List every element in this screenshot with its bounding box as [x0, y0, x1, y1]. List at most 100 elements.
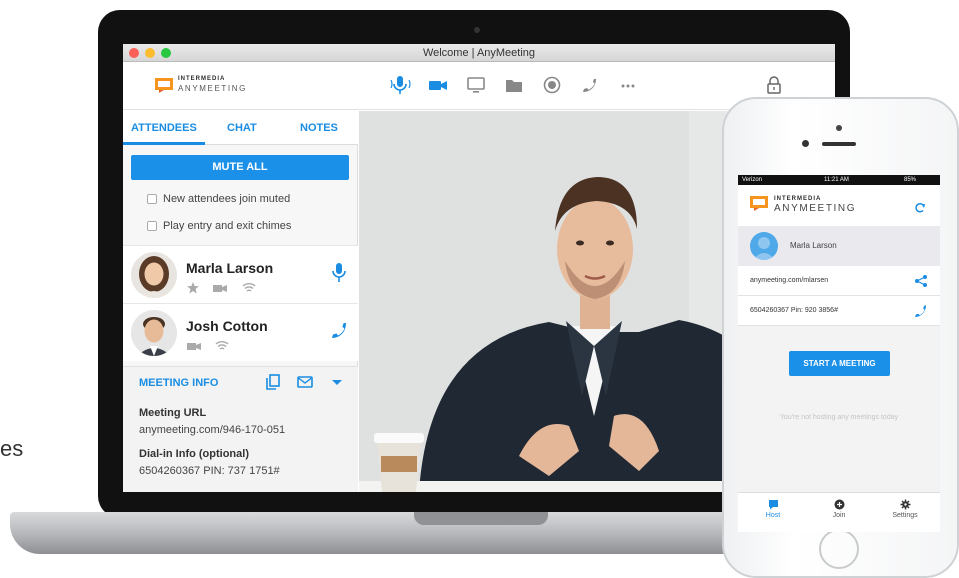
email-button[interactable]: [297, 374, 313, 390]
logo-line-2: ANYMEETING: [774, 203, 857, 214]
phone-header: INTERMEDIA ANYMEETING: [738, 185, 940, 226]
anymeeting-logo: INTERMEDIA ANYMEETING: [155, 76, 265, 98]
video-camera-icon: [187, 339, 201, 357]
active-tab-indicator: [123, 142, 205, 145]
microphone-icon: [390, 76, 411, 94]
avatar: [750, 232, 778, 260]
refresh-icon[interactable]: [914, 202, 926, 214]
mute-all-button[interactable]: MUTE ALL: [131, 155, 349, 180]
chevron-down-icon: [332, 380, 342, 385]
logo-mark-icon: [155, 78, 173, 93]
tab-label: Settings: [892, 512, 918, 519]
logo-line-1: INTERMEDIA: [178, 76, 226, 82]
start-meeting-button[interactable]: START A MEETING: [789, 351, 890, 376]
checkbox[interactable]: [147, 221, 157, 231]
screen-share-button[interactable]: [465, 74, 487, 96]
phone-icon: [583, 79, 596, 92]
edge-text-fragment: es: [0, 436, 24, 461]
sidebar-tabs: ATTENDEES CHAT NOTES: [123, 111, 358, 145]
laptop-camera: [474, 27, 480, 33]
files-button[interactable]: [503, 74, 525, 96]
meeting-url-value: anymeeting.com/946-170-051: [139, 424, 286, 436]
window-title: Welcome | AnyMeeting: [422, 47, 536, 59]
video-camera-icon: [429, 81, 447, 90]
meeting-url-row[interactable]: anymeeting.com/mlarsen: [738, 266, 940, 296]
meeting-info-title: MEETING INFO: [139, 377, 219, 389]
phone-sensor: [836, 125, 842, 131]
phone-speaker: [822, 142, 856, 146]
phone-icon: [332, 323, 346, 338]
tab-join[interactable]: Join: [814, 499, 864, 519]
phone-screen: Verizon 11:21 AM 85% INTERMEDIA ANYMEETI…: [738, 175, 940, 532]
attendee-status: [187, 339, 239, 351]
laptop-notch: [414, 512, 548, 525]
meeting-url-value: anymeeting.com/mlarsen: [750, 277, 829, 284]
wifi-icon: [242, 281, 256, 299]
share-icon[interactable]: [914, 274, 928, 288]
phone-main-area: START A MEETING You're not hosting any m…: [738, 326, 940, 492]
logo-mark-icon: [750, 196, 768, 211]
gear-icon: [900, 499, 910, 510]
phone-home-button[interactable]: [819, 529, 859, 569]
dial-in-value: 6504260367 PIN: 737 1751#: [139, 465, 280, 477]
screen-share-icon: [467, 77, 485, 93]
meeting-url-label: Meeting URL: [139, 407, 207, 419]
logo-line-2: ANYMEETING: [178, 84, 247, 93]
more-icon: [621, 84, 635, 88]
checkbox[interactable]: [147, 194, 157, 204]
tab-label: Join: [832, 512, 846, 519]
dial-in-label: Dial-in Info (optional): [139, 448, 249, 460]
window-titlebar: Welcome | AnyMeeting: [123, 44, 835, 62]
copy-button[interactable]: [265, 374, 281, 390]
more-options-button[interactable]: [617, 74, 639, 96]
carrier-label: Verizon: [742, 177, 763, 183]
phone-button[interactable]: [579, 74, 601, 96]
tab-label: Host: [765, 512, 781, 519]
attendee-status: [187, 281, 266, 294]
attendee-name: Josh Cotton: [186, 318, 268, 334]
attendee-phone-button[interactable]: [330, 320, 348, 342]
attendee-row[interactable]: Marla Larson: [123, 245, 358, 303]
attendee-name: Marla Larson: [186, 260, 274, 276]
option-new-attendees-muted[interactable]: New attendees join muted: [147, 193, 291, 205]
phone-user-name: Marla Larson: [790, 241, 837, 250]
attendee-mic-button[interactable]: [330, 262, 348, 284]
avatar: [131, 310, 177, 356]
record-button[interactable]: [541, 74, 563, 96]
option-label: Play entry and exit chimes: [163, 220, 292, 232]
tab-settings[interactable]: Settings: [880, 499, 930, 519]
chat-bubble-icon: [768, 500, 778, 510]
attendee-row[interactable]: Josh Cotton: [123, 303, 358, 361]
star-icon: [187, 281, 199, 299]
microphone-button[interactable]: [389, 74, 411, 96]
video-camera-icon: [213, 281, 228, 299]
wifi-icon: [215, 339, 229, 357]
status-time: 11:21 AM: [824, 177, 849, 183]
add-circle-icon: [834, 499, 844, 510]
expand-button[interactable]: [329, 374, 345, 390]
tab-attendees[interactable]: ATTENDEES: [131, 122, 197, 134]
copy-icon: [266, 374, 280, 390]
microphone-icon: [332, 263, 346, 282]
lock-meeting-button[interactable]: [763, 74, 785, 96]
tab-chat[interactable]: CHAT: [227, 122, 257, 134]
dial-in-row[interactable]: 6504260367 Pin: 920 3856#: [738, 296, 940, 326]
lock-icon: [767, 76, 781, 94]
meeting-toolbar: INTERMEDIA ANYMEETING: [123, 62, 835, 110]
phone-icon[interactable]: [914, 304, 928, 318]
phone-tab-bar: Host Join Settings: [738, 492, 940, 532]
phone-camera: [802, 140, 809, 147]
option-label: New attendees join muted: [163, 193, 291, 205]
phone-user-row: Marla Larson: [738, 226, 940, 266]
tab-host[interactable]: Host: [748, 499, 798, 519]
meeting-info-panel: MEETING INFO Meeting URL anymeeting.com/…: [123, 366, 358, 492]
tab-notes[interactable]: NOTES: [300, 122, 338, 134]
record-icon: [543, 76, 561, 94]
avatar: [131, 252, 177, 298]
option-play-chimes[interactable]: Play entry and exit chimes: [147, 220, 292, 232]
folder-icon: [506, 80, 522, 92]
envelope-icon: [297, 376, 313, 388]
video-button[interactable]: [427, 74, 449, 96]
dial-in-value: 6504260367 Pin: 920 3856#: [750, 307, 838, 314]
sidebar-panel: ATTENDEES CHAT NOTES MUTE ALL New attend…: [123, 111, 358, 492]
